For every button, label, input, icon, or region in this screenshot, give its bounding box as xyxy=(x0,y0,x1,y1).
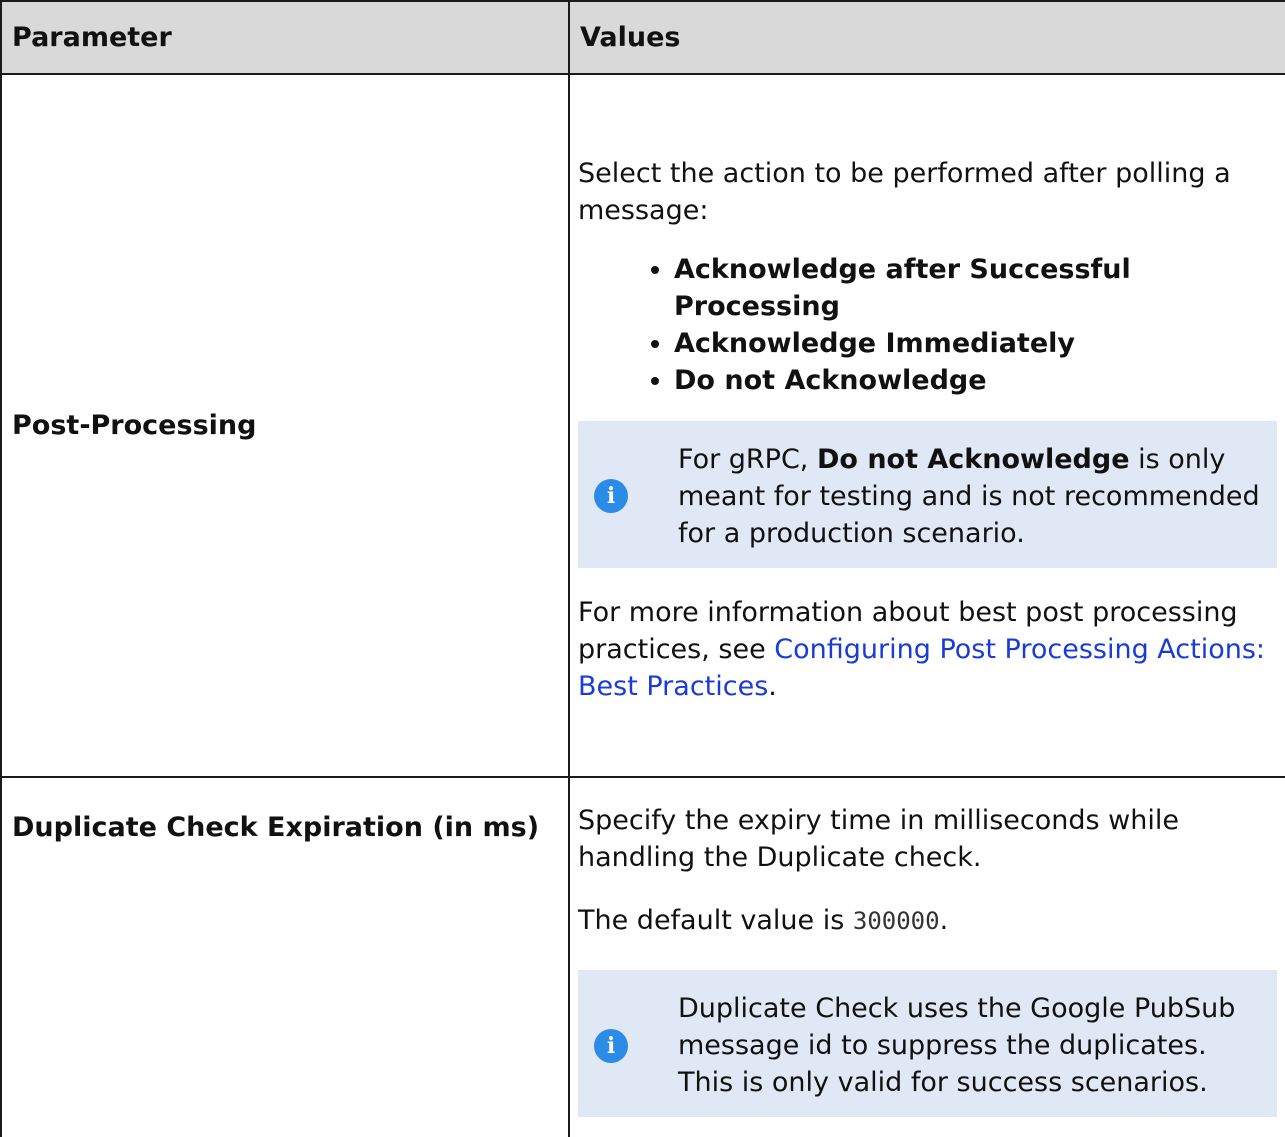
option-ack-after-success: Acknowledge after Successful Processing xyxy=(674,251,1277,325)
more-info-text: For more information about best post pro… xyxy=(578,596,1266,702)
option-ack-immediately: Acknowledge Immediately xyxy=(674,325,1277,362)
header-values: Values xyxy=(568,0,1285,75)
info-icon: i xyxy=(594,479,628,513)
header-parameter: Parameter xyxy=(0,0,570,75)
note-grpc: i For gRPC, Do not Acknowledge is only m… xyxy=(578,420,1277,568)
post-processing-options: Acknowledge after Successful Processing … xyxy=(578,251,1277,399)
duplicate-check-desc: Specify the expiry time in milliseconds … xyxy=(578,805,1179,873)
note-duplicate-check: i Duplicate Check uses the Google PubSub… xyxy=(578,970,1277,1117)
post-processing-intro: Select the action to be performed after … xyxy=(578,157,1231,226)
values-post-processing: Select the action to be performed after … xyxy=(568,73,1285,778)
table-header-row: Parameter Values xyxy=(0,0,1285,75)
info-icon: i xyxy=(594,1028,628,1063)
note-grpc-text: For gRPC, Do not Acknowledge is only mea… xyxy=(678,443,1260,549)
table-row: Post-Processing Select the action to be … xyxy=(0,73,1285,778)
duplicate-check-default: The default value is 300000. xyxy=(578,905,949,936)
option-do-not-ack: Do not Acknowledge xyxy=(674,362,1277,399)
table-row: Duplicate Check Expiration (in ms) Speci… xyxy=(0,776,1285,1137)
param-post-processing: Post-Processing xyxy=(0,73,570,778)
note-duplicate-text: Duplicate Check uses the Google PubSub m… xyxy=(678,993,1236,1098)
param-duplicate-check: Duplicate Check Expiration (in ms) xyxy=(0,776,570,1137)
parameters-table: Parameter Values Post-Processing Select … xyxy=(0,0,1285,1137)
values-duplicate-check: Specify the expiry time in milliseconds … xyxy=(568,776,1285,1137)
default-value: 300000 xyxy=(852,907,940,935)
